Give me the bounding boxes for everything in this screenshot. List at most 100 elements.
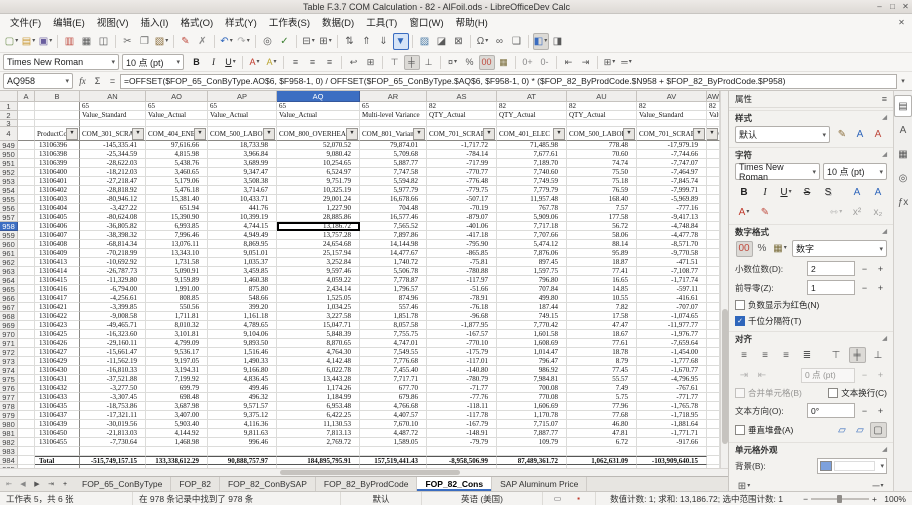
cell-AN957[interactable]: -80,624.08	[80, 213, 146, 222]
font-name-select[interactable]: Times New Roman ▾	[3, 54, 119, 70]
special-character-icon[interactable]: Ω▾	[475, 33, 491, 50]
cell-A973[interactable]	[18, 357, 35, 366]
cell-AU4[interactable]: COM_500_LABOR▼	[567, 127, 637, 141]
cell-AO960[interactable]: 13,076.11	[146, 240, 208, 249]
cell-AT966[interactable]: 499.80	[497, 294, 567, 303]
align-justify-icon[interactable]: ≣	[799, 347, 816, 363]
cell-AN963[interactable]: -26,787.73	[80, 267, 146, 276]
align-right-icon[interactable]: ≡	[322, 55, 338, 70]
cell-AR968[interactable]: 1,851.78	[360, 312, 427, 321]
cell-AQ982[interactable]: 2,769.72	[277, 438, 360, 447]
cell-AW965[interactable]	[707, 285, 720, 294]
cell-AW1[interactable]: 82	[707, 102, 720, 111]
cell-AW958[interactable]	[707, 222, 720, 231]
cell-AP954[interactable]: 3,714.67	[208, 186, 277, 195]
cell-AU966[interactable]: 10.55	[567, 294, 637, 303]
alignment-section-header[interactable]: 对齐 ◢	[729, 331, 893, 345]
cell-A979[interactable]	[18, 411, 35, 420]
cell-AN982[interactable]: -7,730.64	[80, 438, 146, 447]
cell-A950[interactable]	[18, 150, 35, 159]
cell-AP3[interactable]	[208, 120, 277, 127]
cell-AW957[interactable]	[707, 213, 720, 222]
spelling-icon[interactable]: ✓	[277, 33, 293, 50]
expand-formula-bar-icon[interactable]: ▾	[897, 77, 909, 85]
sort-ascending-icon[interactable]: ⇑	[359, 33, 375, 50]
zoom-slider-thumb[interactable]	[837, 495, 842, 503]
last-sheet-icon[interactable]: ⇥	[45, 477, 58, 491]
cell-AQ968[interactable]: 3,227.58	[277, 312, 360, 321]
cell-AV983[interactable]	[637, 447, 707, 456]
cell-AS982[interactable]: -79.79	[427, 438, 497, 447]
cell-AW982[interactable]	[707, 438, 720, 447]
cell-AS952[interactable]: -770.77	[427, 168, 497, 177]
cell-AV967[interactable]: -707.07	[637, 303, 707, 312]
decimal-places-input[interactable]: 2	[807, 261, 855, 276]
cell-B971[interactable]: 13106426	[35, 339, 80, 348]
menu-item-8[interactable]: 工具(T)	[360, 14, 403, 30]
cell-AT963[interactable]: 1,597.75	[497, 267, 567, 276]
cell-B981[interactable]: 13106450	[35, 429, 80, 438]
row-header-968[interactable]: 968	[0, 312, 18, 321]
cell-A964[interactable]	[18, 276, 35, 285]
cell-AT983[interactable]	[497, 447, 567, 456]
cell-AS1[interactable]: 82	[427, 102, 497, 111]
cell-AP978[interactable]: 9,571.57	[208, 402, 277, 411]
cell-AT3[interactable]	[497, 120, 567, 127]
cell-AP973[interactable]: 1,490.33	[208, 357, 277, 366]
cell-AU954[interactable]: 76.59	[567, 186, 637, 195]
cell-AW984[interactable]	[707, 456, 720, 465]
cell-AW963[interactable]	[707, 267, 720, 276]
cell-AS964[interactable]: -117.97	[427, 276, 497, 285]
cell-AO4[interactable]: COM_404_ENER▼	[146, 127, 208, 141]
cell-AW3[interactable]	[707, 120, 720, 127]
row-header-978[interactable]: 978	[0, 402, 18, 411]
formula-icon[interactable]: =	[105, 74, 120, 88]
menu-item-10[interactable]: 帮助(H)	[450, 14, 494, 30]
cell-AS2[interactable]: QTY_Actual	[427, 111, 497, 120]
text-direction-input[interactable]: 0°	[807, 403, 855, 418]
row-header-964[interactable]: 964	[0, 276, 18, 285]
cell-B952[interactable]: 13106400	[35, 168, 80, 177]
cell-AV955[interactable]: -5,969.89	[637, 195, 707, 204]
cell-AP972[interactable]: 1,516.46	[208, 348, 277, 357]
cell-A971[interactable]	[18, 339, 35, 348]
cell-AU950[interactable]: 70.60	[567, 150, 637, 159]
cell-AR962[interactable]: 1,740.72	[360, 258, 427, 267]
row-header-3[interactable]: 3	[0, 120, 18, 127]
sheet-tab-FOP_82_Cons[interactable]: FOP_82_Cons	[417, 477, 492, 491]
cell-AU978[interactable]: 77.96	[567, 402, 637, 411]
wrap-text-checkbox[interactable]	[828, 388, 838, 398]
cell-AS980[interactable]: -167.79	[427, 420, 497, 429]
cell-AO958[interactable]: 6,993.85	[146, 222, 208, 231]
cell-A1[interactable]	[18, 102, 35, 111]
menu-item-3[interactable]: 插入(I)	[134, 14, 174, 30]
cell-AT962[interactable]: 897.45	[497, 258, 567, 267]
cell-B965[interactable]: 13106416	[35, 285, 80, 294]
cell-AW954[interactable]	[707, 186, 720, 195]
cell-AN951[interactable]: -28,622.03	[80, 159, 146, 168]
cell-AS977[interactable]: -77.76	[427, 393, 497, 402]
align-left-icon[interactable]: ≡	[736, 347, 753, 363]
row-header-954[interactable]: 954	[0, 186, 18, 195]
date-format-icon[interactable]: ▦	[496, 55, 512, 70]
cell-AR976[interactable]: 677.70	[360, 384, 427, 393]
character-spacing-icon[interactable]: ⇿▾	[828, 204, 845, 220]
cell-AO967[interactable]: 550.56	[146, 303, 208, 312]
align-left-icon[interactable]: ≡	[288, 55, 304, 70]
cell-AQ2[interactable]: Value_Actual	[277, 111, 360, 120]
cell-AP957[interactable]: 10,399.19	[208, 213, 277, 222]
cell-A956[interactable]	[18, 204, 35, 213]
column-header-AQ[interactable]: AQ	[277, 91, 360, 102]
row-header-974[interactable]: 974	[0, 366, 18, 375]
cell-AR978[interactable]: 4,766.68	[360, 402, 427, 411]
cell-A969[interactable]	[18, 321, 35, 330]
highlight-color-icon[interactable]: ✎	[757, 204, 774, 220]
cell-AO974[interactable]: 3,194.31	[146, 366, 208, 375]
cell-AR984[interactable]: 157,519,441.43	[360, 456, 427, 465]
cell-AT949[interactable]: 71,485.98	[497, 141, 567, 150]
cell-AS965[interactable]: -51.66	[427, 285, 497, 294]
underline-icon[interactable]: U▾	[778, 184, 795, 200]
selection-stats-status[interactable]: 数值计数: 1; 求和: 13,186.72; 选中范围计数: 1	[596, 492, 797, 505]
cell-AN966[interactable]: -4,256.61	[80, 294, 146, 303]
cell-AR971[interactable]: 4,747.01	[360, 339, 427, 348]
